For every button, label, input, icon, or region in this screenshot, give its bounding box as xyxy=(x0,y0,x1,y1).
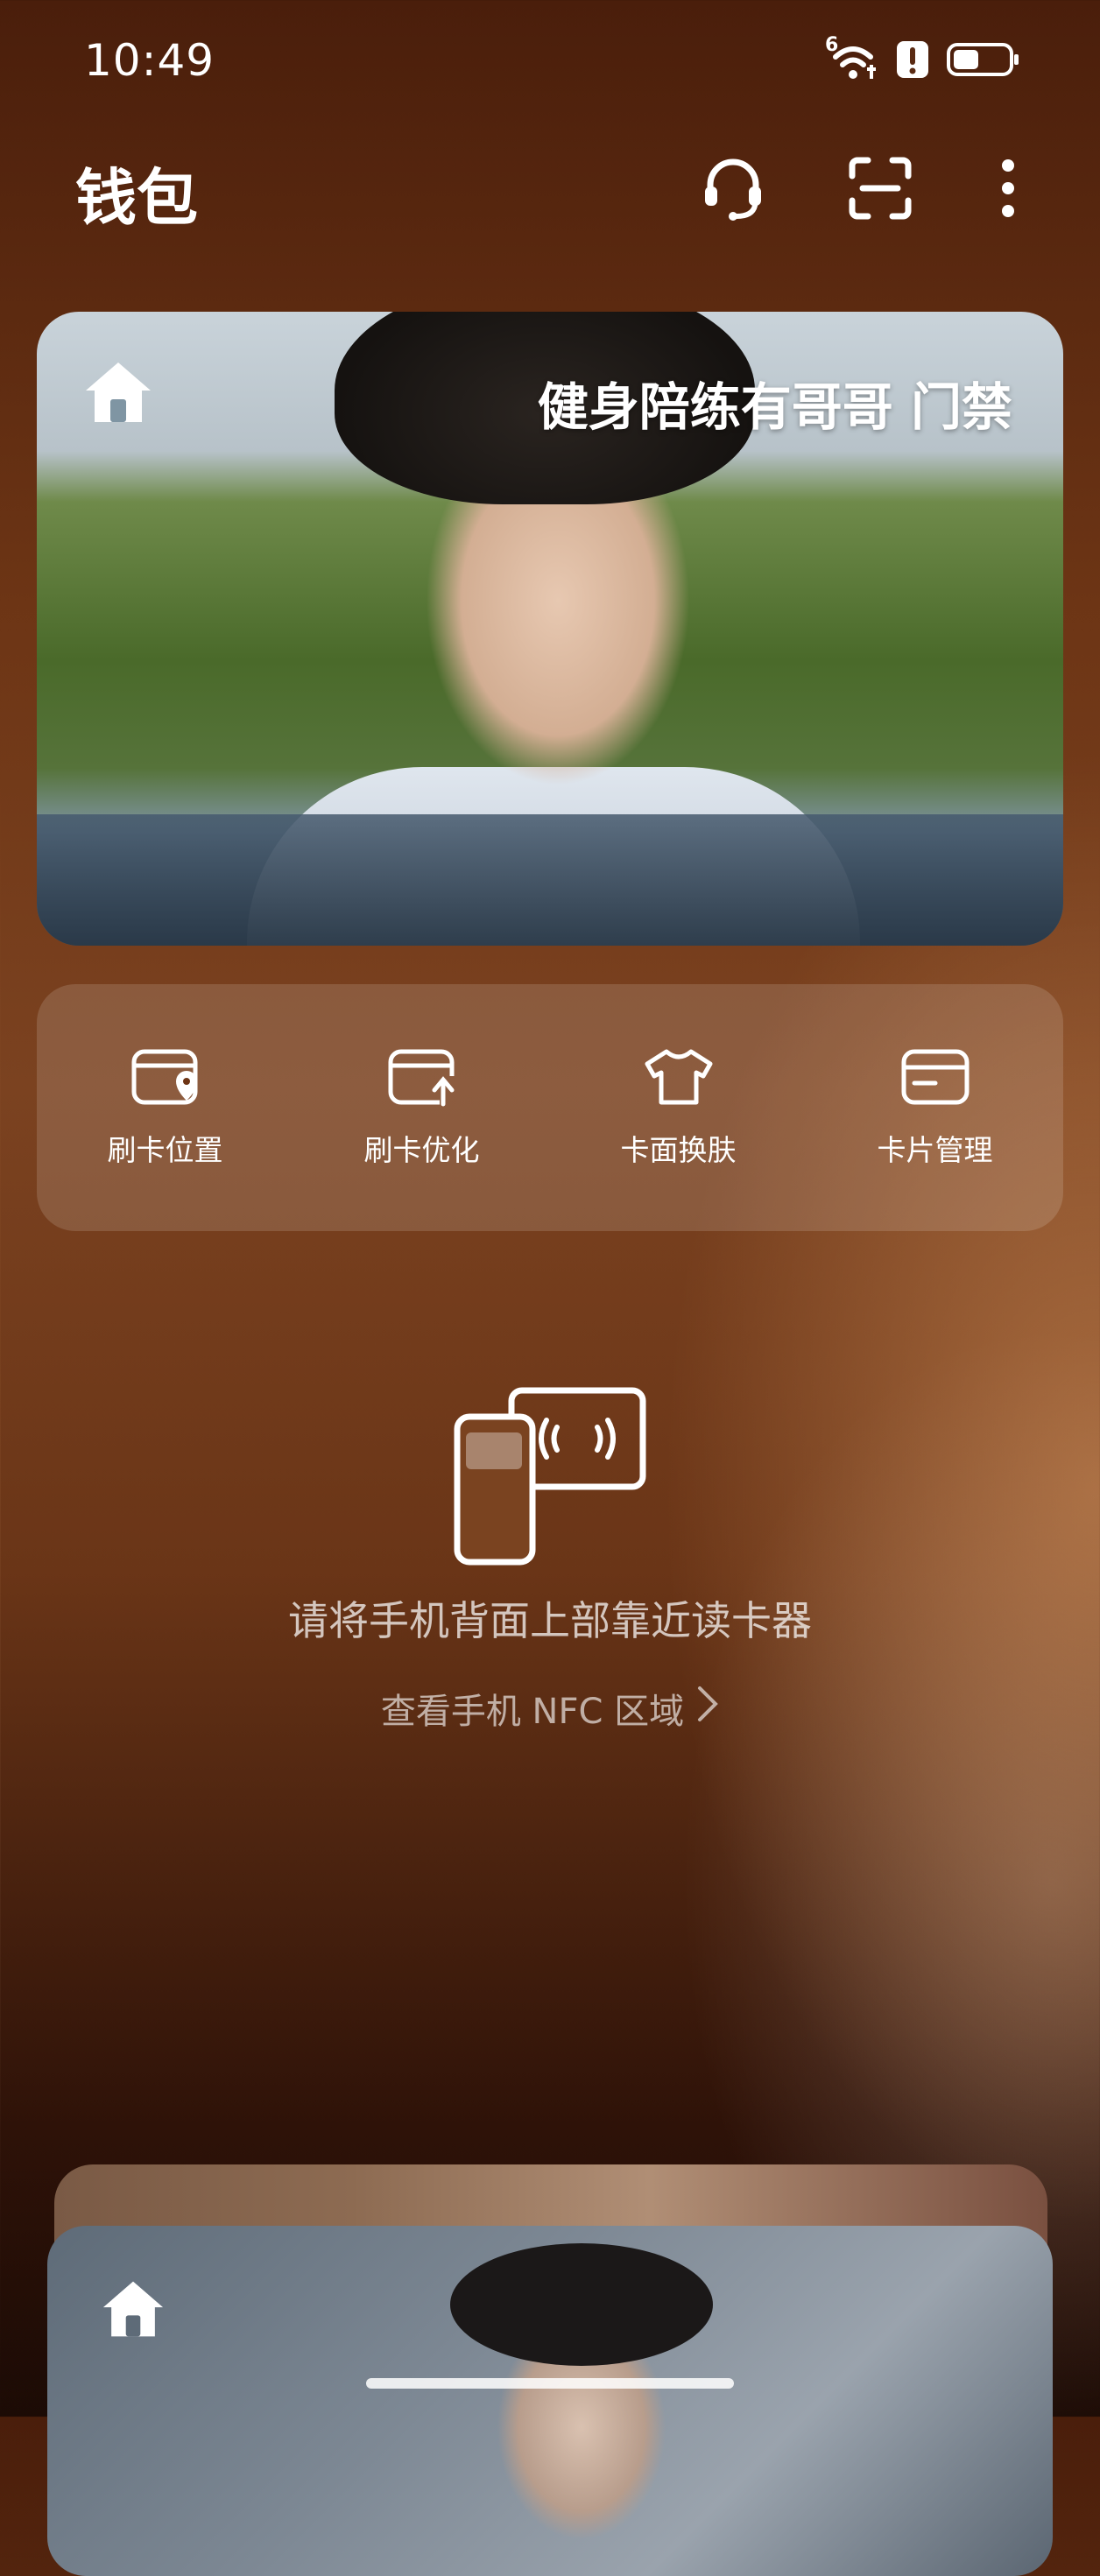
home-icon xyxy=(82,359,154,429)
card-photo-hair xyxy=(450,2243,713,2366)
action-label: 刷卡位置 xyxy=(107,1133,223,1167)
shirt-icon xyxy=(644,1046,714,1111)
access-card[interactable]: 健身陪练有哥哥 门禁 xyxy=(37,312,1063,946)
action-card-location[interactable]: 刷卡位置 xyxy=(52,1046,279,1169)
status-icons: 6 xyxy=(825,34,1021,88)
stacked-card-front[interactable] xyxy=(47,2226,1053,2576)
wifi-icon: 6 xyxy=(825,34,879,83)
battery-icon xyxy=(946,40,1021,82)
action-card-skin[interactable]: 卡面换肤 xyxy=(565,1046,793,1169)
customer-service-button[interactable] xyxy=(694,151,772,229)
status-time: 10:49 xyxy=(84,35,215,86)
card-optimize-icon xyxy=(387,1046,457,1111)
scan-icon xyxy=(847,155,913,225)
chevron-right-icon xyxy=(696,1685,719,1732)
home-icon xyxy=(100,2278,166,2343)
card-manage-icon xyxy=(900,1046,970,1111)
action-card-optimize[interactable]: 刷卡优化 xyxy=(308,1046,536,1169)
nfc-illustration-icon xyxy=(448,1383,650,1571)
card-photo-water xyxy=(37,814,1063,946)
nfc-hint-text: 请将手机背面上部靠近读卡器 xyxy=(288,1597,812,1644)
headset-icon xyxy=(700,155,766,225)
action-label: 卡面换肤 xyxy=(620,1133,737,1167)
action-label: 刷卡优化 xyxy=(363,1133,480,1167)
nfc-area-link[interactable]: 查看手机 NFC 区域 xyxy=(0,1683,1100,1734)
action-card-manage[interactable]: 卡片管理 xyxy=(821,1046,1049,1169)
action-label: 卡片管理 xyxy=(877,1133,993,1167)
page-title: 钱包 xyxy=(75,162,198,234)
more-icon xyxy=(999,155,1017,225)
card-title: 健身陪练有哥哥 门禁 xyxy=(537,377,1012,437)
signal-superscript: 6 xyxy=(825,34,839,56)
card-location-icon xyxy=(130,1046,201,1111)
more-button[interactable] xyxy=(969,151,1047,229)
scan-button[interactable] xyxy=(841,151,920,229)
card-actions: 刷卡位置 刷卡优化 卡面换肤 卡片管理 xyxy=(37,984,1063,1231)
nfc-link-label: 查看手机 NFC 区域 xyxy=(380,1692,685,1732)
home-indicator[interactable] xyxy=(366,2378,734,2389)
alert-icon xyxy=(895,39,930,83)
